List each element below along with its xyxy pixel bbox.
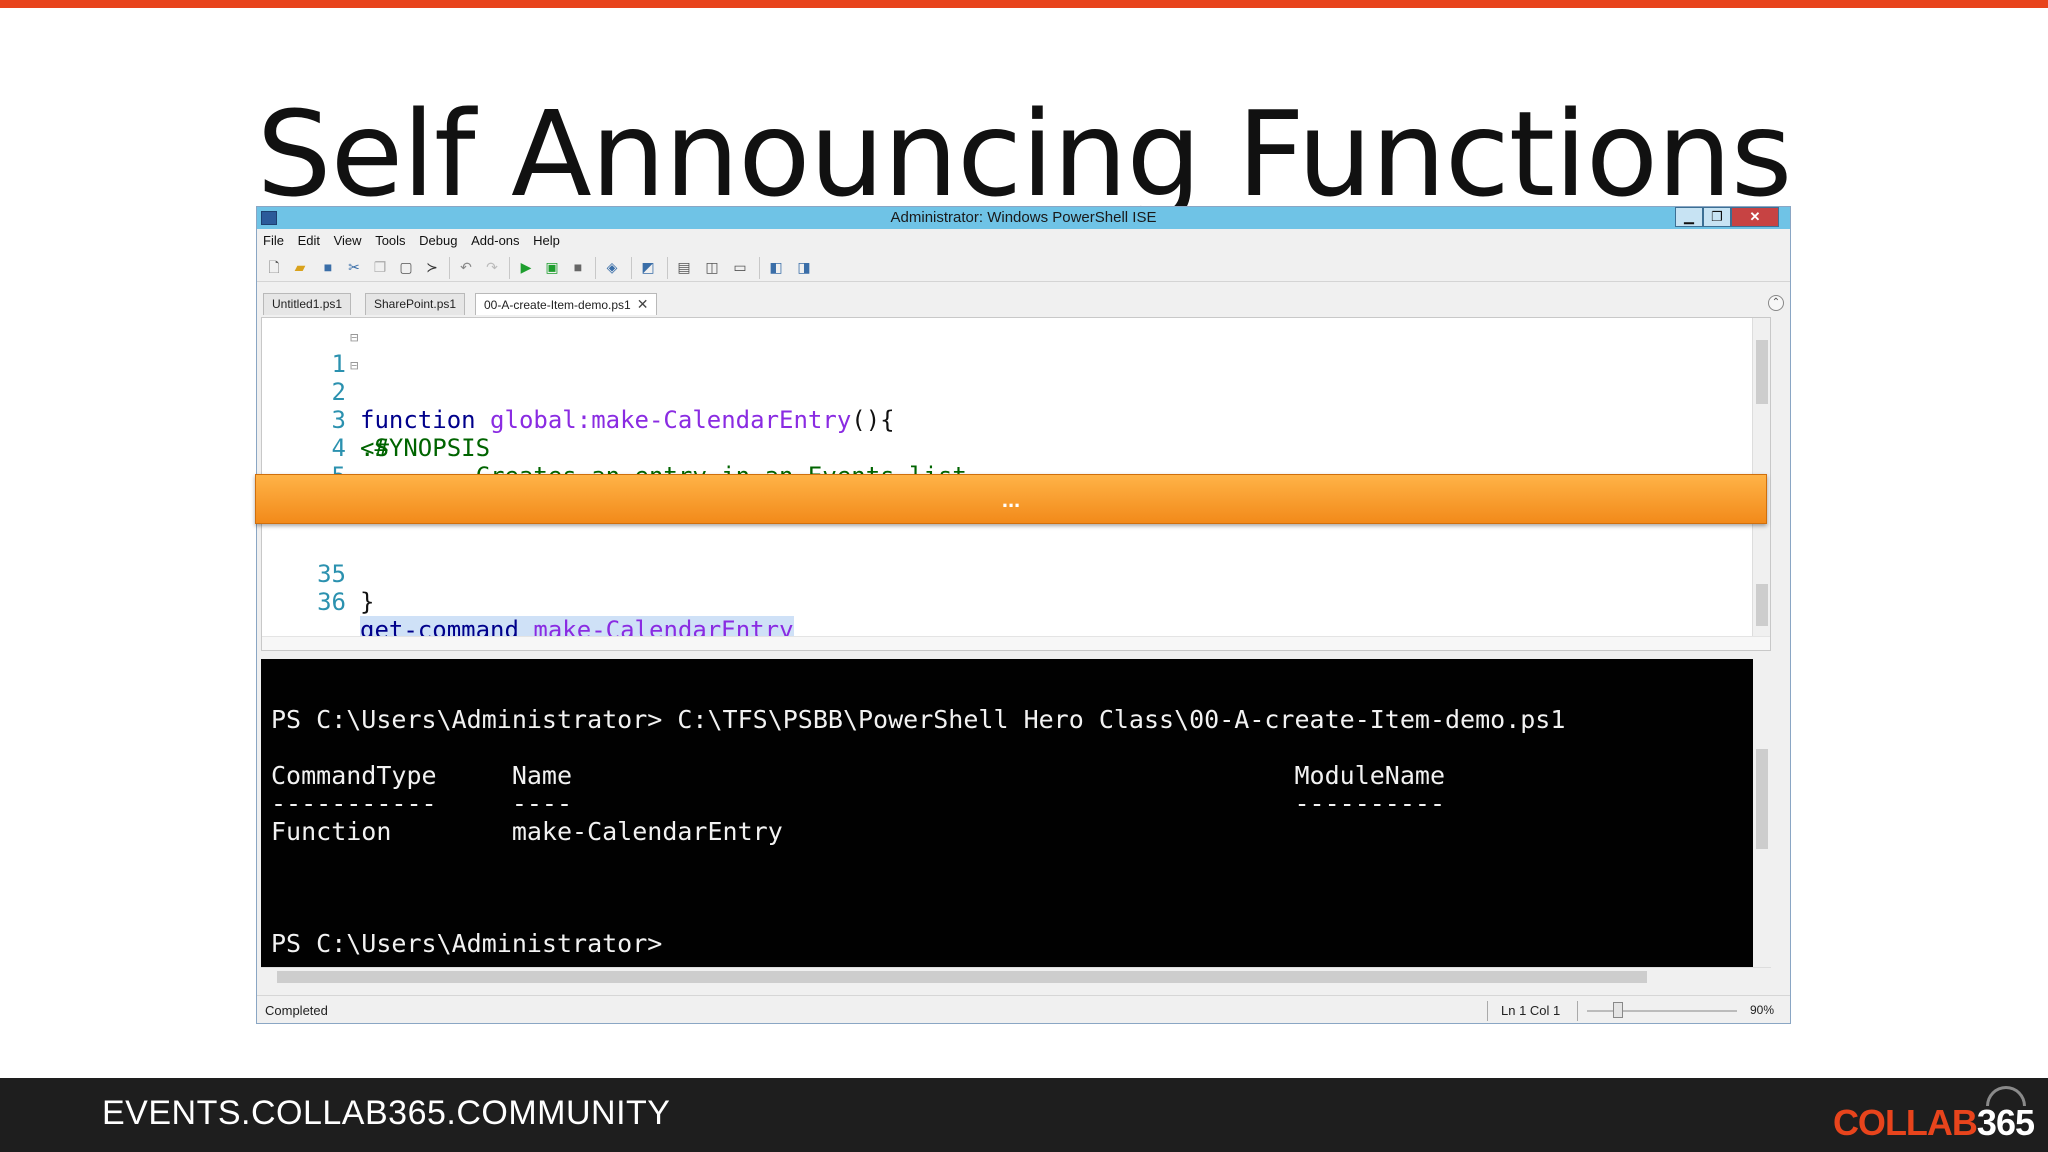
toolbar-separator <box>667 257 668 279</box>
new-file-icon[interactable]: 🗋 <box>265 258 283 276</box>
toolbar: 🗋 ▰ ■ ✂ ❐ ▢ ≻ ↶ ↷ ▶ ▣ ■ ◈ ◩ ▤ ◫ ▭ ◧ ◨ <box>257 252 1790 282</box>
tab-sharepoint[interactable]: SharePoint.ps1 <box>365 293 466 315</box>
menu-help[interactable]: Help <box>533 231 560 251</box>
show-command-window-icon[interactable]: ◧ <box>767 258 785 276</box>
logo-text: COLLAB <box>1832 1102 1978 1143</box>
collapse-script-pane-icon[interactable]: ⌃ <box>1768 295 1784 311</box>
code-line: 4 Creates an entry in an Events list. <box>262 406 1762 490</box>
run-selection-icon[interactable]: ▣ <box>543 258 561 276</box>
console-line: CommandType Name ModuleName <box>271 761 1445 790</box>
console-prompt[interactable]: PS C:\Users\Administrator> <box>271 929 662 959</box>
logo-number: 365 <box>1976 1102 2035 1143</box>
zoom-slider-track[interactable] <box>1587 1010 1737 1012</box>
cut-icon[interactable]: ✂ <box>345 258 363 276</box>
menu-debug[interactable]: Debug <box>419 231 457 251</box>
toolbar-separator <box>449 257 450 279</box>
slide-title: Self Announcing Functions <box>256 85 1793 223</box>
scroll-thumb[interactable] <box>1756 584 1768 626</box>
status-separator <box>1487 1001 1488 1021</box>
code-line: 1 ⊟ function global:make-CalendarEntry()… <box>262 322 1762 434</box>
tab-label: SharePoint.ps1 <box>374 297 457 311</box>
console-pane[interactable]: PS C:\Users\Administrator> C:\TFS\PSBB\P… <box>261 659 1771 975</box>
show-script-maximized-icon[interactable]: ▭ <box>731 258 749 276</box>
collab365-logo: COLLAB365 <box>1832 1102 2035 1144</box>
line-number: 36 <box>317 588 346 616</box>
editor-horizontal-scrollbar[interactable] <box>262 636 1770 650</box>
code-line: 36 get-command make-CalendarEntry <box>262 560 1762 644</box>
scroll-thumb[interactable] <box>1756 340 1768 404</box>
undo-icon[interactable]: ↶ <box>457 258 475 276</box>
run-script-icon[interactable]: ▶ <box>517 258 535 276</box>
collapsed-region-bar[interactable]: ... <box>255 474 1767 524</box>
overlay-label: ... <box>1001 487 1021 512</box>
scroll-thumb[interactable] <box>1756 749 1768 849</box>
tab-label: Untitled1.ps1 <box>272 297 343 311</box>
toolbar-separator <box>631 257 632 279</box>
top-accent-rule <box>0 0 2048 8</box>
toolbar-separator <box>595 257 596 279</box>
minimize-icon: ▁ <box>1684 209 1694 224</box>
console-horizontal-scrollbar[interactable] <box>261 967 1771 985</box>
minimize-button[interactable]: ▁ <box>1675 207 1703 227</box>
status-separator <box>1577 1001 1578 1021</box>
powershell-ise-window: Administrator: Windows PowerShell ISE ▁ … <box>256 206 1791 1024</box>
tab-label: 00-A-create-Item-demo.ps1 <box>484 298 631 312</box>
window-title: Administrator: Windows PowerShell ISE <box>890 209 1157 226</box>
title-bar[interactable]: Administrator: Windows PowerShell ISE ▁ … <box>257 207 1790 229</box>
tab-untitled1[interactable]: Untitled1.ps1 <box>263 293 352 315</box>
close-tab-icon[interactable]: ✕ <box>637 296 649 312</box>
show-command-addon-icon[interactable]: ◨ <box>795 258 813 276</box>
save-icon[interactable]: ■ <box>319 258 337 276</box>
close-icon: ✕ <box>1749 209 1761 224</box>
show-script-right-icon[interactable]: ◫ <box>703 258 721 276</box>
code-line: 2 ⊟ <# <box>262 350 1762 462</box>
cursor-position: Ln 1 Col 1 <box>1501 1003 1561 1018</box>
code-line: 3 .SYNOPSIS <box>262 378 1762 462</box>
menu-bar: File Edit View Tools Debug Add-ons Help <box>257 231 1790 251</box>
code-line: 35 } <box>262 532 1762 616</box>
console-line: PS C:\Users\Administrator> C:\TFS\PSBB\P… <box>271 705 1566 734</box>
open-folder-icon[interactable]: ▰ <box>291 258 309 276</box>
maximize-icon: ❐ <box>1711 209 1723 224</box>
close-button[interactable]: ✕ <box>1731 207 1779 227</box>
toolbar-separator <box>759 257 760 279</box>
scroll-thumb[interactable] <box>277 971 1647 983</box>
tab-create-item-demo[interactable]: 00-A-create-Item-demo.ps1 ✕ <box>475 293 658 315</box>
slide: Self Announcing Functions Administrator:… <box>0 0 2048 1152</box>
stop-icon[interactable]: ■ <box>569 258 587 276</box>
status-text: Completed <box>265 1003 328 1018</box>
menu-file[interactable]: File <box>263 231 284 251</box>
footer-url: EVENTS.COLLAB365.COMMUNITY <box>102 1094 671 1132</box>
start-powershell-icon[interactable]: ◩ <box>639 258 657 276</box>
menu-add-ons[interactable]: Add-ons <box>471 231 519 251</box>
fold-toggle-icon[interactable]: ⊟ <box>350 324 358 352</box>
toolbar-separator <box>509 257 510 279</box>
menu-view[interactable]: View <box>334 231 362 251</box>
console-line: ----------- ---- ---------- <box>271 789 1445 818</box>
zoom-slider-thumb[interactable] <box>1613 1002 1623 1018</box>
copy-icon[interactable]: ❐ <box>371 258 389 276</box>
menu-tools[interactable]: Tools <box>375 231 405 251</box>
show-script-top-icon[interactable]: ▤ <box>675 258 693 276</box>
code-line: 5 <box>262 434 1762 490</box>
zoom-level: 90% <box>1749 1003 1774 1017</box>
status-bar: Completed Ln 1 Col 1 90% <box>257 995 1790 1023</box>
slide-footer: EVENTS.COLLAB365.COMMUNITY COLLAB365 <box>0 1078 2048 1152</box>
remote-powershell-icon[interactable]: ◈ <box>603 258 621 276</box>
menu-edit[interactable]: Edit <box>298 231 320 251</box>
paste-icon[interactable]: ▢ <box>397 258 415 276</box>
maximize-button[interactable]: ❐ <box>1703 207 1731 227</box>
script-tab-strip: Untitled1.ps1 SharePoint.ps1 00-A-create… <box>257 291 1790 315</box>
console-line: Function make-CalendarEntry <box>271 817 783 846</box>
console-vertical-scrollbar[interactable] <box>1753 659 1771 975</box>
redo-icon[interactable]: ↷ <box>483 258 501 276</box>
clear-console-icon[interactable]: ≻ <box>423 258 441 276</box>
fold-toggle-icon[interactable]: ⊟ <box>350 352 358 380</box>
